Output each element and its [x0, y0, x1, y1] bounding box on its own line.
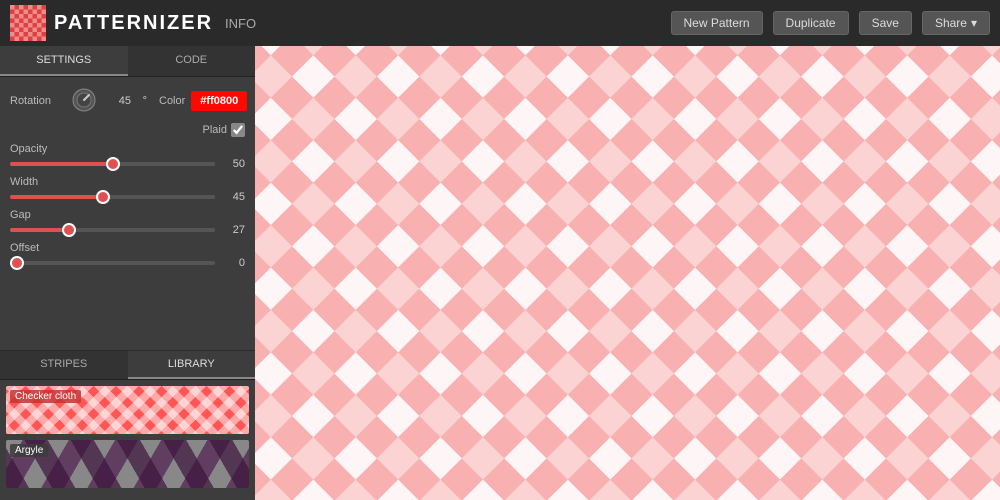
library-content: Checker cloth Argyle [0, 380, 255, 500]
library-tabs: STRIPES LIBRARY [0, 351, 255, 380]
rotation-value: 45 [103, 95, 131, 107]
info-label: INFO [225, 16, 256, 31]
library-item-label: Checker cloth [10, 390, 81, 403]
rotation-knob[interactable] [71, 87, 97, 115]
color-label: Color [159, 95, 185, 107]
app-title: PATTERNIZER [54, 12, 213, 35]
rotation-knob-icon [71, 87, 97, 113]
logo-area: PATTERNIZER INFO [10, 5, 256, 41]
plaid-checkbox[interactable] [231, 123, 245, 137]
gap-row: Gap 27 [10, 209, 245, 236]
chevron-down-icon: ▾ [971, 16, 977, 30]
share-button[interactable]: Share ▾ [922, 11, 990, 35]
tab-stripes[interactable]: STRIPES [0, 351, 128, 379]
main-area: SETTINGS CODE Rotation 45 ° [0, 46, 1000, 500]
color-swatch[interactable]: #ff0800 [191, 91, 247, 111]
opacity-row: Opacity 50 [10, 143, 245, 170]
list-item[interactable]: Argyle [6, 440, 249, 488]
offset-slider[interactable] [10, 261, 215, 265]
width-label: Width [10, 176, 245, 188]
opacity-value: 50 [221, 158, 245, 170]
gap-slider[interactable] [10, 228, 215, 232]
opacity-slider[interactable] [10, 162, 215, 166]
tab-library[interactable]: LIBRARY [128, 351, 256, 379]
pattern-preview [255, 46, 1000, 500]
plaid-label: Plaid [203, 124, 227, 136]
settings-tabs: SETTINGS CODE [0, 46, 255, 77]
tab-settings[interactable]: SETTINGS [0, 46, 128, 76]
save-button[interactable]: Save [859, 11, 912, 35]
opacity-label: Opacity [10, 143, 245, 155]
offset-label: Offset [10, 242, 245, 254]
list-item[interactable]: Checker cloth [6, 386, 249, 434]
width-slider[interactable] [10, 195, 215, 199]
logo-icon [10, 5, 46, 41]
offset-row: Offset 0 [10, 242, 245, 269]
pattern-canvas [255, 46, 1000, 500]
duplicate-button[interactable]: Duplicate [773, 11, 849, 35]
app-header: PATTERNIZER INFO New Pattern Duplicate S… [0, 0, 1000, 46]
plaid-row: Plaid [10, 123, 245, 137]
rotation-label: Rotation [10, 95, 65, 107]
rotation-color-row: Rotation 45 ° Color #ff0800 [10, 87, 245, 115]
library-item-label: Argyle [10, 444, 48, 457]
new-pattern-button[interactable]: New Pattern [671, 11, 763, 35]
gap-value: 27 [221, 224, 245, 236]
settings-panel: Rotation 45 ° Color #ff0800 [0, 77, 255, 350]
gap-label: Gap [10, 209, 245, 221]
width-row: Width 45 [10, 176, 245, 203]
offset-value: 0 [221, 257, 245, 269]
width-value: 45 [221, 191, 245, 203]
sidebar: SETTINGS CODE Rotation 45 ° [0, 46, 255, 500]
tab-code[interactable]: CODE [128, 46, 256, 76]
library-section: STRIPES LIBRARY Checker cloth Argyle [0, 350, 255, 500]
rotation-unit: ° [137, 95, 147, 107]
